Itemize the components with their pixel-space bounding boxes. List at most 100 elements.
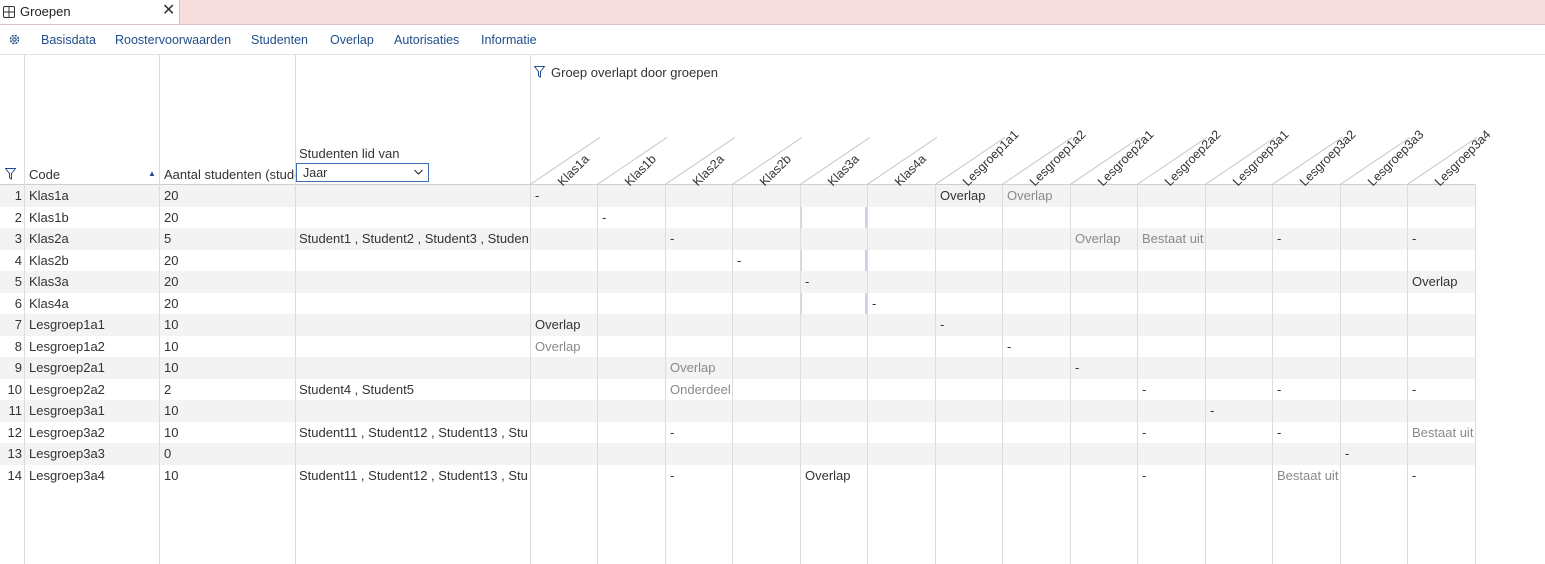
column-header-aantal[interactable]: Aantal studenten (studenten) (164, 167, 295, 182)
row-number: 4 (14, 252, 22, 268)
row-number: 11 (8, 403, 23, 418)
cell-overlap[interactable]: - (1277, 231, 1339, 246)
table-row[interactable]: 10 Lesgroep2a2 2 Student4 , Student5 Onderde… (0, 379, 1476, 401)
menu-informatie[interactable]: Informatie (481, 33, 537, 47)
row-number: 14 (7, 467, 22, 483)
cell-overlap[interactable]: Bestaat uit (1142, 231, 1204, 246)
chevron-down-icon (414, 169, 423, 175)
table-row[interactable]: 4 Klas2b 20 - (0, 250, 1476, 272)
column-divider (1205, 184, 1206, 564)
menu-roostervoorwaarden[interactable]: Roostervoorwaarden (115, 33, 231, 47)
menu-overlap[interactable]: Overlap (330, 33, 374, 47)
cell-overlap[interactable]: Overlap (940, 188, 1002, 203)
column-divider (867, 184, 868, 564)
table-row[interactable]: 12 Lesgroep3a2 10 Student11 , Student12 , S… (0, 422, 1476, 444)
table-row[interactable]: 14 Lesgroep3a4 10 Student11 , Student12 , S… (0, 465, 1476, 487)
cell-overlap[interactable]: - (535, 188, 597, 203)
table-row[interactable]: 11 Lesgroep3a1 10 - (0, 400, 1476, 422)
gear-icon[interactable] (8, 33, 21, 46)
close-icon[interactable]: ✕ (162, 2, 175, 20)
column-header-code[interactable]: Code (29, 167, 60, 182)
cell-overlap[interactable]: - (1412, 382, 1474, 397)
cell-overlap[interactable]: Overlap (1007, 188, 1069, 203)
table-row[interactable]: 1 Klas1a 20 - Overlap Overlap (0, 185, 1476, 207)
cell-overlap[interactable]: - (1142, 382, 1204, 397)
cell-overlap[interactable]: Bestaat uit (1412, 425, 1474, 440)
table-row[interactable]: 13 Lesgroep3a3 0 - (0, 443, 1476, 465)
column-header-matrix[interactable]: Lesgroep2a2 (1162, 127, 1224, 189)
table-row[interactable]: 6 Klas4a 20 - (0, 293, 1476, 315)
cell-overlap[interactable]: - (737, 253, 799, 268)
menu-studenten[interactable]: Studenten (251, 33, 308, 47)
row-number: 12 (7, 424, 22, 440)
cell-code: Klas1b (29, 209, 69, 225)
cell-aantal: 10 (164, 424, 179, 440)
cell-overlap[interactable]: - (670, 425, 732, 440)
column-header-matrix[interactable]: Lesgroep1a1 (960, 127, 1022, 189)
table-row[interactable]: 5 Klas3a 20 - Overlap (0, 271, 1476, 293)
cell-overlap[interactable]: Overlap (670, 360, 732, 375)
cell-overlap[interactable]: Onderdeel (670, 382, 732, 397)
groups-grid: Code ▲ Aantal studenten (studenten) Stud… (0, 55, 1545, 564)
row-number: 7 (14, 317, 22, 332)
table-row[interactable]: 9 Lesgroep2a1 10 Overlap - (0, 357, 1476, 379)
cell-overlap[interactable]: - (940, 317, 1002, 332)
column-header-matrix[interactable]: Lesgroep3a3 (1365, 127, 1427, 189)
cell-overlap[interactable]: - (670, 468, 732, 483)
cell-lid-van: Student11 , Student12 , Student13 , Stud… (299, 424, 528, 440)
cell-lid-van: Student11 , Student12 , Student13 , Stud… (299, 467, 528, 483)
filter-icon[interactable] (5, 168, 16, 180)
cell-overlap[interactable]: - (872, 296, 934, 311)
cell-overlap[interactable]: - (1277, 382, 1339, 397)
cell-overlap[interactable]: - (670, 231, 732, 246)
column-header-lid-van[interactable]: Studenten lid van (299, 146, 399, 161)
tab-groepen[interactable]: Groepen ✕ (0, 0, 180, 24)
cell-overlap[interactable]: - (1277, 425, 1339, 440)
cell-overlap[interactable]: - (1142, 425, 1204, 440)
row-number: 9 (14, 360, 22, 375)
cell-overlap[interactable]: Overlap (1075, 231, 1137, 246)
cell-overlap[interactable]: Overlap (535, 339, 597, 354)
table-row[interactable]: 8 Lesgroep1a2 10 Overlap - (0, 336, 1476, 358)
cell-aantal: 10 (164, 360, 179, 375)
cell-aantal: 20 (164, 188, 179, 203)
cell-overlap[interactable]: - (1345, 446, 1407, 461)
menu-autorisaties[interactable]: Autorisaties (394, 33, 459, 47)
column-header-matrix[interactable]: Lesgroep3a1 (1230, 127, 1292, 189)
cell-overlap[interactable]: Overlap (805, 468, 867, 483)
column-divider (1137, 184, 1138, 564)
cell-overlap[interactable]: - (805, 274, 867, 289)
column-header-matrix[interactable]: Lesgroep3a2 (1297, 127, 1359, 189)
cell-overlap[interactable]: Overlap (535, 317, 597, 332)
column-divider (530, 55, 531, 564)
cell-overlap[interactable]: Overlap (1412, 274, 1474, 289)
column-divider (1475, 184, 1476, 564)
cell-overlap[interactable]: - (1075, 360, 1137, 375)
cell-overlap[interactable]: - (602, 210, 664, 225)
menu-basisdata[interactable]: Basisdata (41, 33, 96, 47)
row-number: 1 (14, 188, 22, 203)
column-divider (800, 184, 801, 564)
cell-overlap[interactable]: Bestaat uit (1277, 468, 1339, 483)
table-row[interactable]: 3 Klas2a 5 Student1 , Student2 , Student3 ,… (0, 228, 1476, 250)
tab-title: Groepen (20, 4, 71, 19)
lid-van-select[interactable]: Jaar (296, 163, 429, 182)
column-header-matrix[interactable]: Lesgroep1a2 (1027, 127, 1089, 189)
column-divider (159, 55, 160, 564)
cell-overlap[interactable]: - (1007, 339, 1069, 354)
column-header-matrix[interactable]: Lesgroep2a1 (1095, 127, 1157, 189)
menubar: Basisdata Roostervoorwaarden Studenten O… (0, 25, 1545, 55)
cell-overlap[interactable]: - (1142, 468, 1204, 483)
cell-aantal: 20 (164, 252, 179, 268)
cell-code: Klas2b (29, 252, 69, 268)
cell-overlap[interactable]: - (1412, 468, 1474, 483)
filter-icon[interactable] (534, 66, 545, 78)
table-row[interactable]: 2 Klas1b 20 - (0, 207, 1476, 229)
cell-overlap[interactable]: - (1412, 231, 1474, 246)
cell-overlap[interactable]: - (1210, 403, 1272, 418)
cell-code: Klas1a (29, 188, 69, 203)
cell-aantal: 20 (164, 209, 179, 225)
column-header-matrix[interactable]: Lesgroep3a4 (1432, 127, 1494, 189)
sort-ascending-icon[interactable]: ▲ (148, 169, 156, 178)
table-row[interactable]: 7 Lesgroep1a1 10 Overlap - (0, 314, 1476, 336)
